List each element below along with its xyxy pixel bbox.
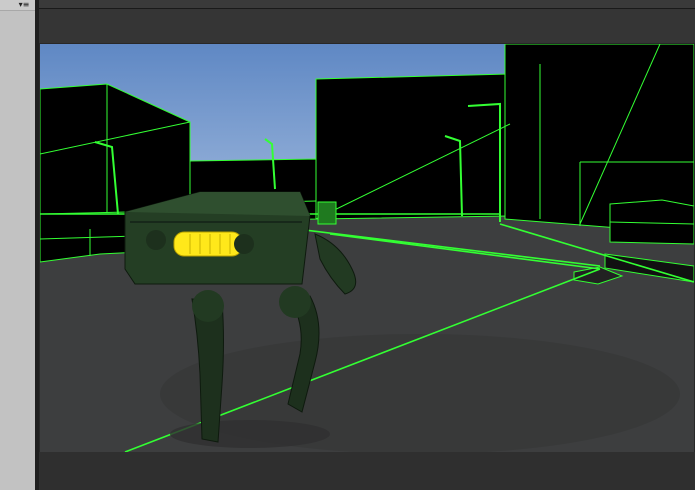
viewport-header bbox=[39, 9, 695, 43]
scene-render bbox=[40, 44, 694, 452]
viewport-footer bbox=[39, 452, 695, 490]
scene-view[interactable] bbox=[40, 44, 694, 452]
battery-highlight bbox=[173, 231, 243, 257]
panel-menu-icon[interactable]: ▾≡ bbox=[14, 0, 34, 10]
left-panel-header: ▾≡ bbox=[0, 0, 35, 11]
building-center-right bbox=[315, 73, 511, 220]
scene-viewport-panel bbox=[39, 0, 695, 490]
viewport-toolbar bbox=[39, 0, 695, 9]
green-marker-box bbox=[317, 201, 337, 225]
left-panel: ▾≡ bbox=[0, 0, 35, 490]
